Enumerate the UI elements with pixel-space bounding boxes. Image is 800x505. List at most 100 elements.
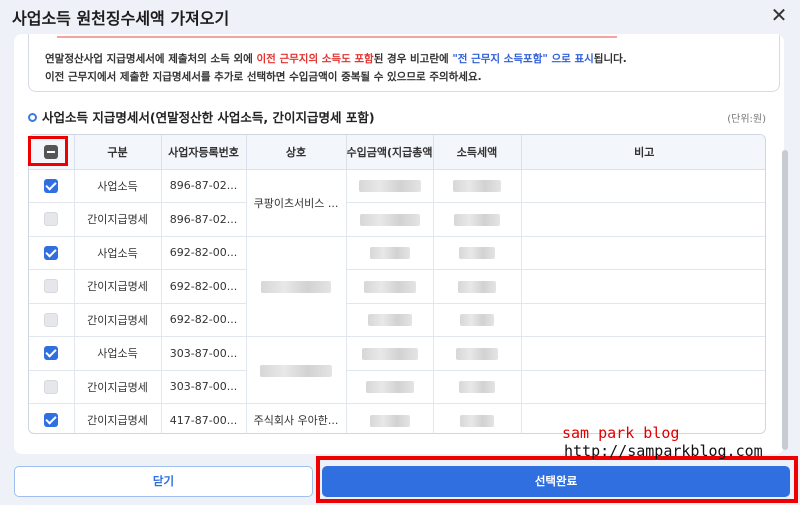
row-type: 간이지급명세 — [74, 403, 162, 433]
row-tax — [433, 236, 522, 270]
row-type: 간이지급명세 — [74, 269, 162, 304]
row-note — [521, 236, 765, 270]
row-company: 주식회사 우아한... — [246, 403, 347, 433]
col-type: 구분 — [74, 135, 162, 170]
row-income — [346, 269, 434, 304]
confirm-button-highlight — [316, 456, 798, 503]
blurred-value — [359, 213, 420, 226]
row-tax — [433, 303, 522, 337]
col-tax: 소득세액 — [433, 135, 522, 170]
row-note — [521, 303, 765, 337]
blurred-value — [365, 381, 414, 394]
row-checkbox[interactable] — [44, 413, 59, 428]
row-type: 사업소득 — [74, 169, 162, 203]
blurred-value — [260, 364, 332, 377]
notice-line-2: 이전 근무지에서 제출한 지급명세서를 추가로 선택하면 수입금액이 중복될 수… — [45, 71, 482, 83]
table-row[interactable]: 간이지급명세 303-87-00... — [29, 370, 765, 404]
row-checkbox[interactable] — [44, 379, 59, 394]
col-note: 비고 — [521, 135, 765, 170]
row-note — [521, 269, 765, 304]
row-tax — [433, 202, 522, 237]
row-tax — [433, 403, 522, 433]
blurred-value — [363, 280, 416, 293]
blurred-value — [456, 347, 498, 360]
row-income — [346, 303, 434, 337]
row-note — [521, 202, 765, 237]
table-row[interactable]: 간이지급명세 692-82-00... — [29, 303, 765, 337]
radio-dot-icon — [28, 113, 37, 122]
row-company — [246, 336, 347, 404]
row-checkbox[interactable] — [44, 212, 59, 227]
row-income — [346, 370, 434, 404]
blurred-value — [361, 347, 418, 360]
watermark-blog-url: http://samparkblog.com — [564, 442, 763, 460]
blurred-value — [367, 314, 412, 327]
row-type: 사업소득 — [74, 336, 162, 371]
notice-top-underline — [57, 36, 617, 38]
row-reg: 896-87-02... — [161, 169, 247, 203]
blurred-value — [453, 180, 501, 193]
select-all-highlight — [28, 136, 68, 166]
blurred-value — [460, 314, 494, 327]
table-row[interactable]: 간이지급명세 692-82-00... — [29, 269, 765, 304]
close-icon[interactable]: ✕ — [768, 4, 790, 26]
blurred-value — [459, 381, 495, 394]
col-company: 상호 — [246, 135, 347, 170]
row-income — [346, 336, 434, 371]
dialog-titlebar: 사업소득 원천징수세액 가져오기 ✕ — [0, 0, 800, 34]
row-checkbox[interactable] — [44, 346, 59, 361]
row-reg: 417-87-00... — [161, 403, 247, 433]
row-type: 간이지급명세 — [74, 303, 162, 337]
row-type: 간이지급명세 — [74, 370, 162, 404]
blurred-value — [454, 213, 500, 226]
row-reg: 692-82-00... — [161, 303, 247, 337]
row-type: 간이지급명세 — [74, 202, 162, 237]
dialog-body: 연말정산사업 지급명세서에 제출처의 소득 외에 이전 근무지의 소득도 포함된… — [14, 34, 784, 454]
blurred-value — [369, 247, 410, 260]
row-reg: 692-82-00... — [161, 269, 247, 304]
row-reg: 303-87-00... — [161, 336, 247, 371]
notice-box: 연말정산사업 지급명세서에 제출처의 소득 외에 이전 근무지의 소득도 포함된… — [28, 34, 780, 92]
row-type: 사업소득 — [74, 236, 162, 270]
blurred-value — [460, 414, 494, 427]
section-title: 사업소득 지급명세서(연말정산한 사업소득, 간이지급명세 포함) — [28, 107, 375, 126]
watermark-blog-name: sam park blog — [562, 424, 680, 442]
row-note — [521, 370, 765, 404]
row-reg: 896-87-02... — [161, 202, 247, 237]
row-checkbox[interactable] — [44, 312, 59, 327]
row-reg: 692-82-00... — [161, 236, 247, 270]
dialog-title: 사업소득 원천징수세액 가져오기 — [12, 9, 230, 28]
row-checkbox[interactable] — [44, 178, 59, 193]
row-note — [521, 336, 765, 371]
row-income — [346, 202, 434, 237]
row-company — [246, 236, 347, 337]
table-row[interactable]: 사업소득 692-82-00... — [29, 236, 765, 337]
row-tax — [433, 336, 522, 371]
row-income — [346, 236, 434, 270]
notice-line-1: 연말정산사업 지급명세서에 제출처의 소득 외에 이전 근무지의 소득도 포함된… — [45, 53, 627, 65]
row-checkbox[interactable] — [44, 245, 59, 260]
blurred-value — [458, 280, 496, 293]
unit-label: (단위:원) — [727, 114, 766, 125]
statement-table: 구분 사업자등록번호 상호 수입금액(지급총액) 소득세액 비고 사업소득 89… — [29, 135, 765, 433]
row-reg: 303-87-00... — [161, 370, 247, 404]
blurred-value — [261, 280, 331, 293]
row-company: 쿠팡이츠서비스 ... — [246, 169, 347, 237]
col-income: 수입금액(지급총액) — [346, 135, 434, 170]
close-button[interactable]: 닫기 — [14, 466, 313, 497]
row-tax — [433, 269, 522, 304]
table-row[interactable]: 사업소득 896-87-02... 쿠팡이츠서비스 ... — [29, 169, 765, 237]
table-row[interactable]: 간이지급명세 896-87-02... — [29, 202, 765, 237]
row-income — [346, 403, 434, 433]
row-checkbox[interactable] — [44, 279, 59, 294]
blurred-value — [459, 247, 495, 260]
row-tax — [433, 370, 522, 404]
table-header-row: 구분 사업자등록번호 상호 수입금액(지급총액) 소득세액 비고 — [29, 135, 765, 170]
statement-table-wrapper: 구분 사업자등록번호 상호 수입금액(지급총액) 소득세액 비고 사업소득 89… — [28, 134, 766, 434]
scrollbar-thumb[interactable] — [782, 150, 788, 450]
row-tax — [433, 169, 522, 203]
table-row[interactable]: 사업소득 303-87-00... — [29, 336, 765, 404]
row-income — [346, 169, 434, 203]
col-reg-number: 사업자등록번호 — [161, 135, 247, 170]
blurred-value — [369, 414, 410, 427]
